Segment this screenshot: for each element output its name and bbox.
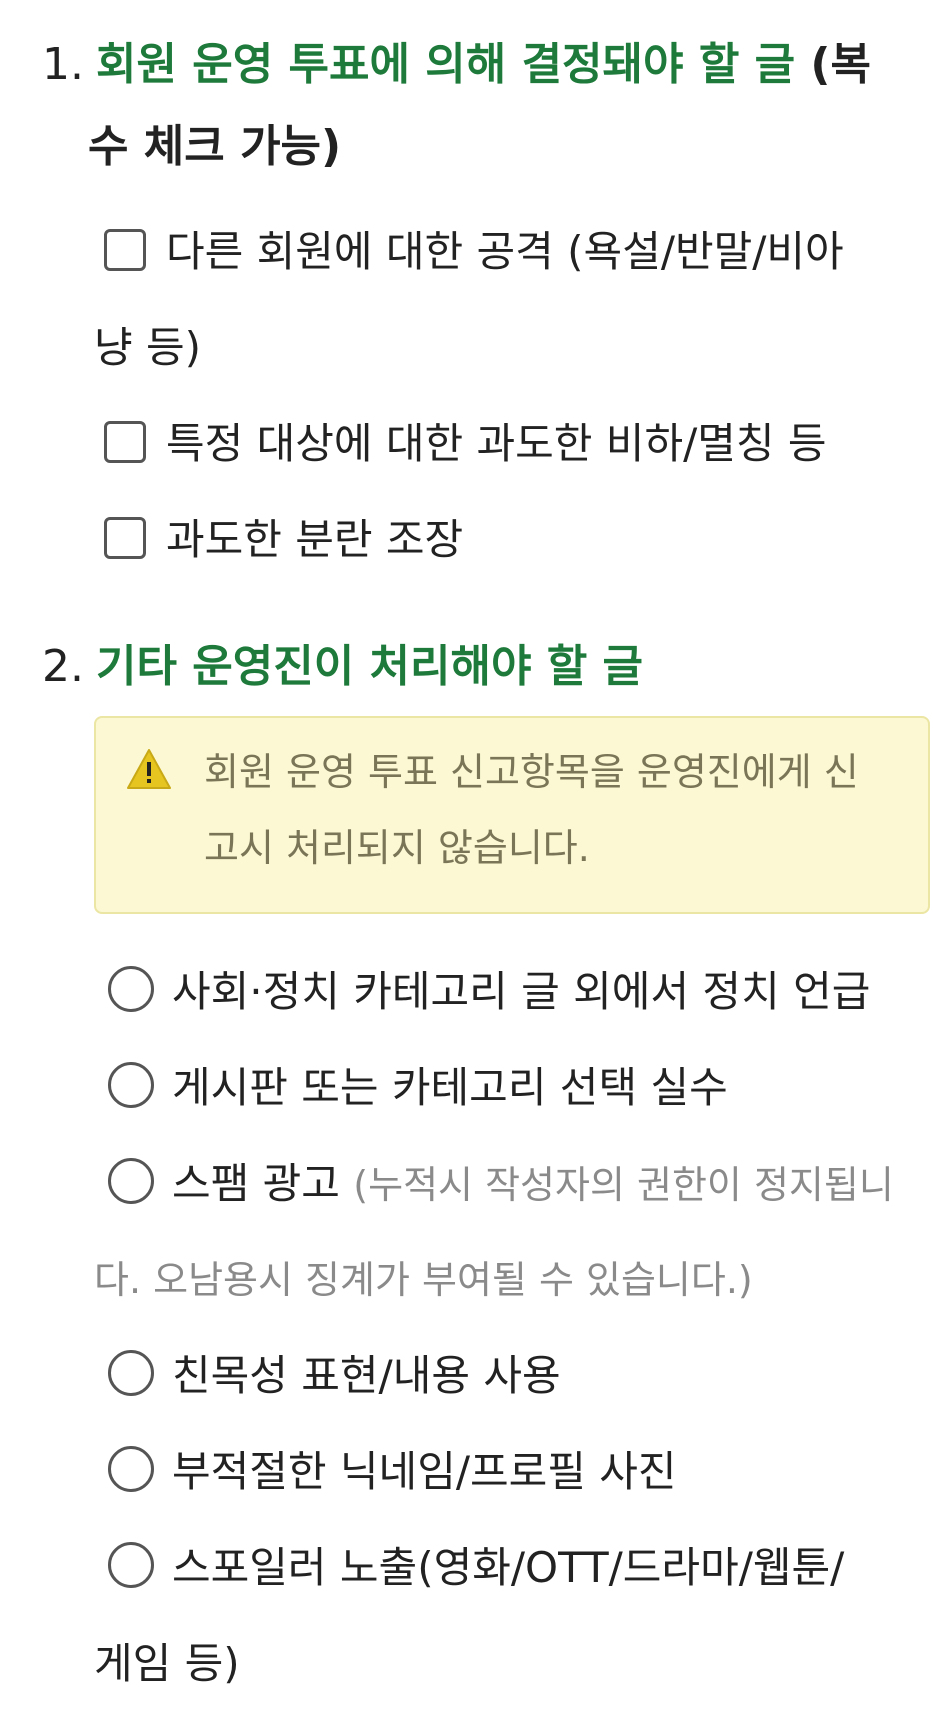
radio-option-note: (누적시 작성자의 권한이 정지됩니: [353, 1163, 894, 1207]
section-1-number: 1.: [42, 39, 84, 90]
radio-option-friendship[interactable]: 친목성 표현/내용 사용: [94, 1328, 924, 1424]
radio-button[interactable]: [108, 1350, 154, 1396]
radio-option-spam[interactable]: 스팸 광고 (누적시 작성자의 권한이 정지됩니: [94, 1136, 924, 1233]
radio-option-politics[interactable]: 사회·정치 카테고리 글 외에서 정치 언급: [94, 944, 924, 1040]
radio-option-label-cont: 게임 등): [94, 1639, 240, 1688]
checkbox-option-label: 과도한 분란 조장: [166, 515, 464, 564]
section-1-title-line2: 수 체크 가능): [88, 98, 933, 196]
section-2-number: 2.: [42, 641, 84, 692]
checkbox[interactable]: [104, 517, 146, 559]
radio-option-label: 스포일러 노출(영화/OTT/드라마/웹툰/: [172, 1543, 845, 1592]
radio-option-note-cont: 다. 오남용시 징계가 부여될 수 있습니다.): [94, 1258, 753, 1302]
checkbox-option-label: 다른 회원에 대한 공격 (욕설/반말/비아: [166, 227, 844, 276]
report-form: 1. 회원 운영 투표에 의해 결정돼야 할 글 (복 수 체크 가능) 다른 회…: [0, 0, 933, 1713]
radio-option-label: 사회·정치 카테고리 글 외에서 정치 언급: [172, 967, 871, 1016]
notice-line-1: 회원 운영 투표 신고항목을 운영진에게 신: [204, 750, 859, 794]
radio-option-nickname[interactable]: 부적절한 닉네임/프로필 사진: [94, 1424, 924, 1520]
radio-option-board-mistake[interactable]: 게시판 또는 카테고리 선택 실수: [94, 1040, 924, 1136]
radio-button[interactable]: [108, 1062, 154, 1108]
section-1-title-suffix-2: 수 체크 가능): [88, 121, 342, 172]
notice-line-2: 고시 처리되지 않습니다.: [204, 826, 590, 870]
radio-option-spoiler[interactable]: 스포일러 노출(영화/OTT/드라마/웹툰/: [94, 1520, 924, 1616]
notice-text: 회원 운영 투표 신고항목을 운영진에게 신 고시 처리되지 않습니다.: [204, 734, 904, 886]
checkbox-option-attack[interactable]: 다른 회원에 대한 공격 (욕설/반말/비아: [94, 204, 924, 300]
checkbox-option-label: 특정 대상에 대한 과도한 비하/멸칭 등: [166, 419, 827, 468]
checkbox-option-disparage[interactable]: 특정 대상에 대한 과도한 비하/멸칭 등: [94, 396, 924, 492]
checkbox[interactable]: [104, 229, 146, 271]
notice-box: 회원 운영 투표 신고항목을 운영진에게 신 고시 처리되지 않습니다.: [94, 716, 930, 914]
radio-button[interactable]: [108, 1446, 154, 1492]
radio-option-label: 스팸 광고: [172, 1159, 340, 1208]
radio-button[interactable]: [108, 966, 154, 1012]
checkbox-option-conflict[interactable]: 과도한 분란 조장: [94, 492, 924, 588]
radio-button[interactable]: [108, 1158, 154, 1204]
section-1-accent-title: 회원 운영 투표에 의해 결정돼야 할 글: [95, 39, 796, 90]
radio-option-label: 게시판 또는 카테고리 선택 실수: [172, 1063, 728, 1112]
radio-button[interactable]: [108, 1542, 154, 1588]
section-2-title: 2. 기타 운영진이 처리해야 할 글: [42, 618, 922, 716]
checkbox[interactable]: [104, 421, 146, 463]
radio-option-label: 부적절한 닉네임/프로필 사진: [172, 1447, 677, 1496]
radio-option-label: 친목성 표현/내용 사용: [172, 1351, 561, 1400]
warning-icon: [127, 749, 171, 789]
section-2-accent-title: 기타 운영진이 처리해야 할 글: [95, 641, 644, 692]
section-1-title-suffix: (복: [810, 39, 872, 90]
checkbox-option-label-cont: 냥 등): [94, 323, 202, 372]
